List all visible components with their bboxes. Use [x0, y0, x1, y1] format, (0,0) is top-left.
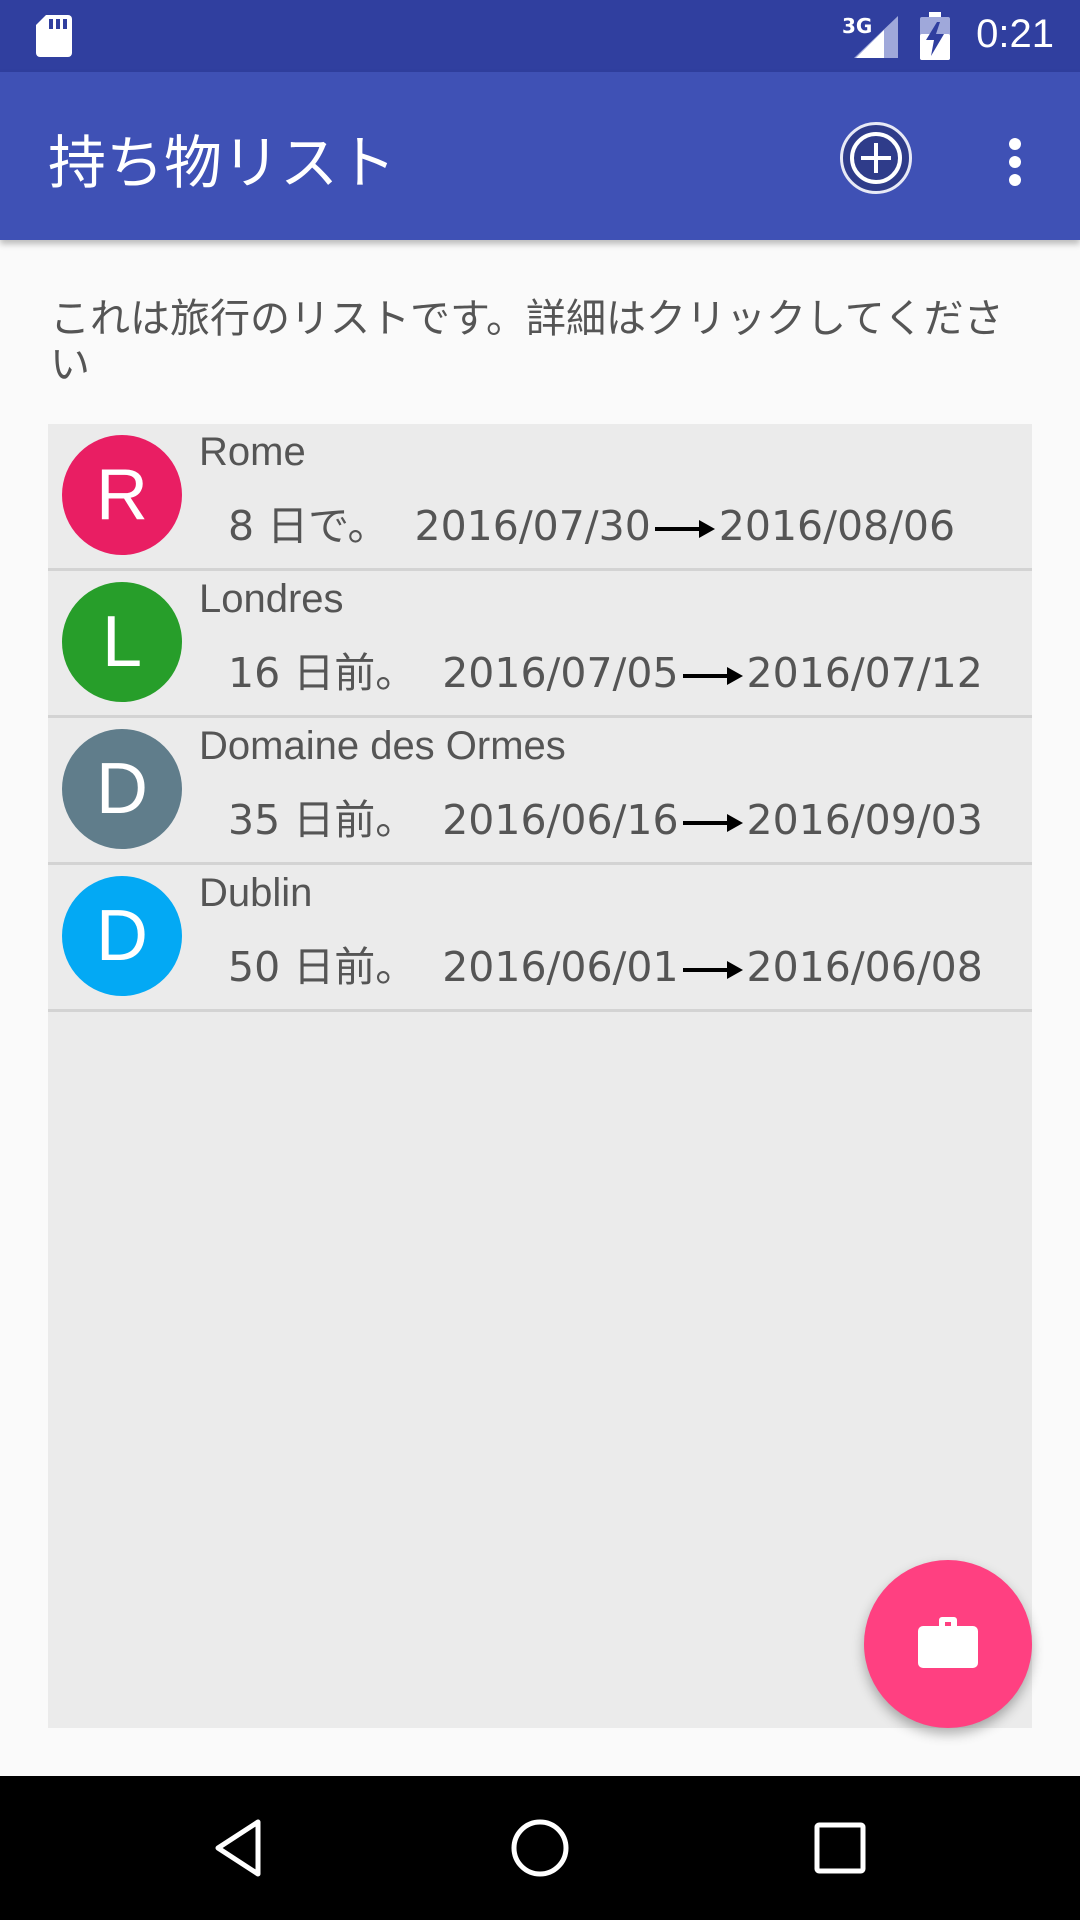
battery-charging-icon [920, 12, 950, 60]
trip-list-item[interactable]: R Rome 8 日で。 2016/07/30 2016/08/06 [48, 424, 1032, 571]
trip-start-date: 2016/07/05 [442, 649, 679, 697]
arrow-right-icon [682, 667, 743, 685]
app-bar: 持ち物リスト [0, 72, 1080, 240]
sd-card-icon [36, 15, 72, 57]
recents-button[interactable] [804, 1812, 876, 1884]
trip-name: Londres [199, 577, 344, 621]
status-bar: 3G 0:21 [0, 0, 1080, 72]
trip-end-date: 2016/08/06 [718, 502, 956, 550]
trip-avatar: D [62, 729, 182, 849]
overflow-menu-button[interactable] [990, 126, 1038, 198]
signal-icon: 3G [842, 14, 900, 58]
home-icon [511, 1819, 569, 1877]
more-vert-icon [1009, 138, 1021, 150]
trip-relative-time: 50 日前。 [228, 943, 417, 991]
add-circle-icon [850, 132, 902, 184]
trip-avatar: D [62, 876, 182, 996]
luggage-fab[interactable] [864, 1560, 1032, 1728]
trip-dates: 16 日前。 2016/07/05 2016/07/12 [228, 639, 983, 699]
trip-dates: 50 日前。 2016/06/01 2016/06/08 [228, 933, 983, 993]
trip-avatar: R [62, 435, 182, 555]
trip-relative-time: 35 日前。 [228, 796, 417, 844]
back-icon [215, 1819, 261, 1877]
trip-list-item[interactable]: D Dublin 50 日前。 2016/06/01 2016/06/08 [48, 865, 1032, 1012]
arrow-right-icon [654, 520, 715, 538]
trip-name: Rome [199, 430, 306, 474]
trip-end-date: 2016/07/12 [746, 649, 983, 697]
trip-name: Dublin [199, 871, 313, 915]
arrow-right-icon [682, 961, 743, 979]
trip-list: R Rome 8 日で。 2016/07/30 2016/08/06 L Londr… [48, 424, 1032, 1728]
clock: 0:21 [976, 12, 1054, 56]
list-description: これは旅行のリストです。詳細はクリックしてください [50, 296, 1004, 388]
arrow-right-icon [682, 814, 743, 832]
trip-dates: 35 日前。 2016/06/16 2016/09/03 [228, 786, 983, 846]
trip-name: Domaine des Ormes [199, 724, 566, 768]
trip-dates: 8 日で。 2016/07/30 2016/08/06 [228, 492, 955, 552]
trip-end-date: 2016/09/03 [746, 796, 983, 844]
add-trip-button[interactable] [840, 122, 912, 194]
trip-list-item[interactable]: L Londres 16 日前。 2016/07/05 2016/07/12 [48, 571, 1032, 718]
trip-avatar: L [62, 582, 182, 702]
back-button[interactable] [204, 1812, 276, 1884]
app-title: 持ち物リスト [48, 129, 397, 197]
recents-icon [814, 1822, 866, 1874]
trip-end-date: 2016/06/08 [746, 943, 983, 991]
home-button[interactable] [504, 1812, 576, 1884]
navigation-bar [0, 1776, 1080, 1920]
trip-relative-time: 16 日前。 [228, 649, 417, 697]
trip-relative-time: 8 日で。 [228, 502, 389, 550]
trip-list-item[interactable]: D Domaine des Ormes 35 日前。 2016/06/16 2016… [48, 718, 1032, 865]
trip-start-date: 2016/06/01 [442, 943, 679, 991]
trip-start-date: 2016/07/30 [414, 502, 651, 550]
briefcase-icon [918, 1617, 978, 1668]
trip-start-date: 2016/06/16 [442, 796, 679, 844]
